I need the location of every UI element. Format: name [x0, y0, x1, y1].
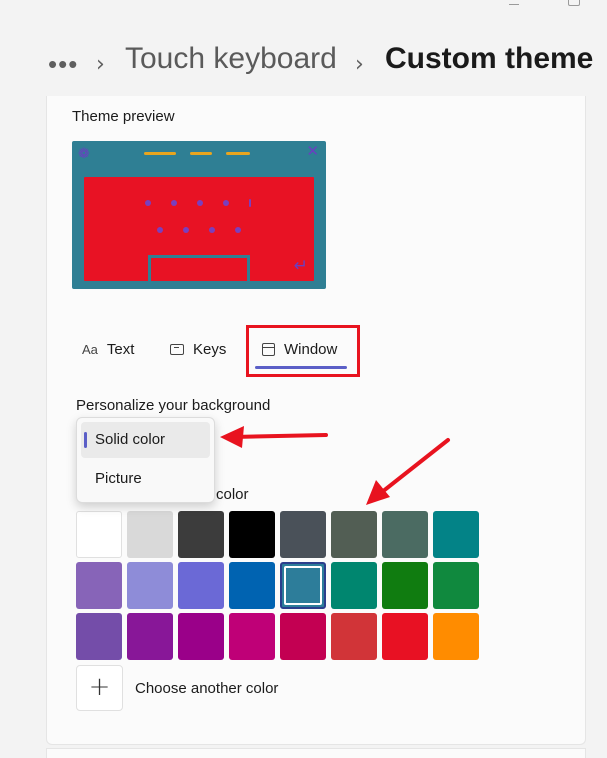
text-icon: Aa: [82, 341, 98, 357]
preview-key: [249, 199, 251, 207]
theme-preview: ❁ ✕ ↵: [72, 141, 326, 289]
breadcrumb-touch-keyboard[interactable]: Touch keyboard: [125, 42, 337, 76]
preview-handle: [144, 152, 176, 155]
dropdown-option-solid-color[interactable]: Solid color: [81, 422, 210, 458]
page-title: Custom theme: [385, 42, 594, 75]
selected-indicator: [84, 432, 87, 448]
preview-key: [157, 227, 163, 233]
color-swatch[interactable]: [433, 511, 479, 558]
color-swatch[interactable]: [280, 613, 326, 660]
color-swatch[interactable]: [280, 511, 326, 558]
close-icon: ✕: [306, 143, 319, 160]
preview-spacebar: [148, 255, 250, 281]
color-swatch[interactable]: [382, 613, 428, 660]
color-swatch[interactable]: [382, 511, 428, 558]
color-swatch[interactable]: [178, 613, 224, 660]
more-icon[interactable]: •••: [48, 51, 78, 77]
preview-key: [235, 227, 241, 233]
tab-keys-label: Keys: [193, 340, 227, 358]
color-swatch[interactable]: [280, 562, 326, 609]
color-swatch[interactable]: [229, 613, 275, 660]
color-swatch[interactable]: [127, 613, 173, 660]
minimize-icon[interactable]: [509, 0, 519, 5]
keys-icon: [170, 343, 184, 355]
color-swatch[interactable]: [229, 511, 275, 558]
preview-keys: ↵: [84, 177, 314, 281]
background-type-dropdown[interactable]: Solid color Picture: [76, 417, 215, 503]
preview-key: [183, 227, 189, 233]
preview-key: [171, 200, 177, 206]
theme-preview-label: Theme preview: [72, 108, 175, 125]
color-swatch[interactable]: [331, 613, 377, 660]
color-swatch[interactable]: [433, 562, 479, 609]
color-swatch[interactable]: [76, 511, 122, 558]
color-swatch[interactable]: [229, 562, 275, 609]
title-bar: [0, 0, 607, 16]
color-swatch[interactable]: [331, 562, 377, 609]
preview-key: [145, 200, 151, 206]
color-swatch[interactable]: [178, 511, 224, 558]
color-swatch[interactable]: [127, 562, 173, 609]
chevron-right-icon: ›: [96, 52, 105, 77]
color-swatch[interactable]: [178, 562, 224, 609]
color-swatch[interactable]: [433, 613, 479, 660]
maximize-icon[interactable]: [568, 0, 580, 6]
choose-another-color-label[interactable]: Choose another color: [135, 680, 278, 697]
preview-key: [223, 200, 229, 206]
chevron-right-icon: ›: [355, 52, 364, 77]
personalize-background-label: Personalize your background: [76, 397, 271, 414]
dropdown-option-label: Solid color: [95, 431, 166, 448]
color-swatch[interactable]: [127, 511, 173, 558]
color-swatch[interactable]: [76, 562, 122, 609]
breadcrumb: ••• › Touch keyboard › Custom theme: [0, 40, 607, 88]
gear-icon: ❁: [78, 145, 90, 161]
color-swatch[interactable]: [382, 562, 428, 609]
enter-icon: ↵: [293, 256, 308, 275]
tab-text[interactable]: Aa Text: [82, 338, 134, 360]
dropdown-option-label: Picture: [95, 470, 142, 487]
dropdown-option-picture[interactable]: Picture: [81, 461, 210, 497]
tab-text-label: Text: [106, 340, 135, 358]
color-swatch[interactable]: [331, 511, 377, 558]
annotation-highlight-box: [246, 325, 360, 377]
color-swatch[interactable]: [76, 613, 122, 660]
tab-keys[interactable]: Keys: [170, 338, 226, 360]
choose-color-label: color: [216, 486, 249, 503]
preview-handle: [190, 152, 212, 155]
preview-key: [209, 227, 215, 233]
preview-key: [197, 200, 203, 206]
preview-handle: [226, 152, 250, 155]
add-color-button[interactable]: +: [76, 665, 123, 711]
